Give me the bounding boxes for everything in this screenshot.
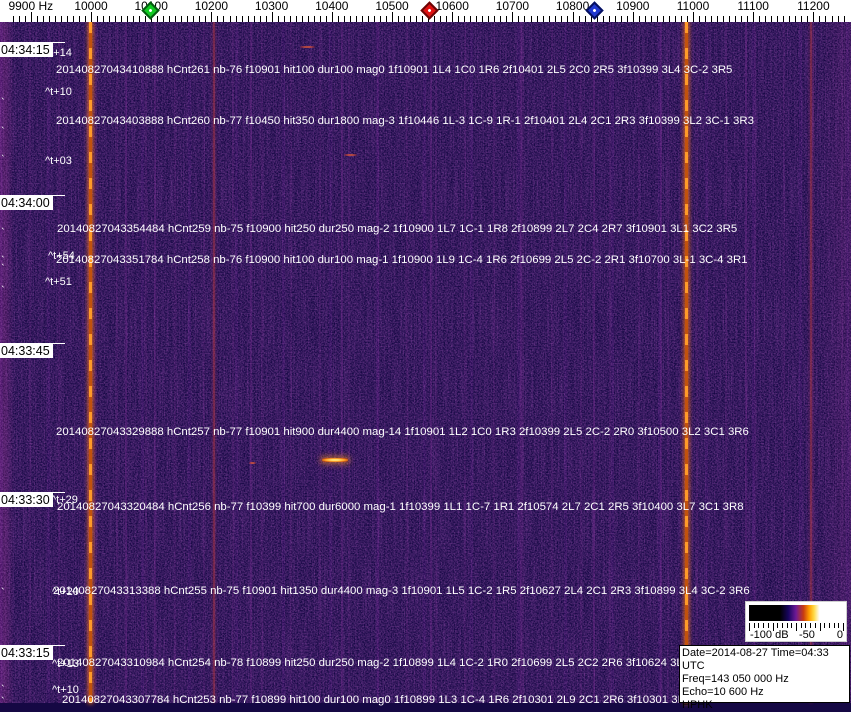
event-log-line: 20140827043320484 hCnt256 nb-77 f10399 h… <box>57 501 744 513</box>
status-infobox: Date=2014-08-27 Time=04:33 UTC Freq=143 … <box>679 645 850 711</box>
event-time-marker: ^t+10 <box>45 86 72 98</box>
infobox-frequency: Freq=143 050 000 Hz <box>682 673 789 685</box>
colorbar-tick <box>805 623 807 628</box>
colorbar-label-max: 0 <box>836 629 843 641</box>
spectrogram-app-window: { "ruler": { "f0": 10000, "x0": 91, "px_… <box>0 0 851 711</box>
event-log-line: 20140827043310984 hCnt254 nb-78 f10899 h… <box>57 657 714 669</box>
edge-tick-mark: ` <box>1 684 5 696</box>
event-time-marker: ^t+10 <box>52 684 79 696</box>
colorbar-tick <box>838 623 840 628</box>
colorbar-tick <box>814 623 816 628</box>
colorbar-tick <box>781 623 783 628</box>
edge-tick-mark: ` <box>1 656 5 668</box>
edge-tick-mark: ` <box>1 227 5 239</box>
event-log-line: 20140827043403888 hCnt260 nb-77 f10450 h… <box>56 115 754 127</box>
time-axis-label: 04:33:15 <box>0 646 53 660</box>
infobox-echo: Echo=10 600 Hz <box>682 686 764 698</box>
edge-tick-mark: ` <box>1 54 5 66</box>
colorbar-label-mid: -50 <box>799 629 815 641</box>
colorbar-tick <box>767 623 769 628</box>
colorbar-tick <box>749 623 750 631</box>
edge-tick-mark: ` <box>1 263 5 275</box>
event-time-marker: ^t+03 <box>45 155 72 167</box>
event-time-marker: ^t+51 <box>45 276 72 288</box>
colorbar-tick <box>777 623 779 628</box>
event-time-marker: ^t+20 <box>52 586 79 598</box>
colorbar-tick <box>791 623 793 628</box>
edge-tick-mark: ` <box>1 97 5 109</box>
colorbar-tick <box>796 623 797 631</box>
colorbar-tick <box>758 623 760 628</box>
infobox-station-id: HPHK <box>682 699 713 711</box>
colorbar-tick <box>800 623 802 628</box>
time-axis-label: 04:33:30 <box>0 493 53 507</box>
event-log-line: 20140827043354484 hCnt259 nb-75 f10900 h… <box>57 223 738 235</box>
event-log-line: 20140827043351784 hCnt258 nb-76 f10900 h… <box>56 254 748 266</box>
edge-tick-mark: ` <box>1 154 5 166</box>
time-axis-label: 04:34:00 <box>0 196 53 210</box>
colorbar-tick <box>763 623 765 628</box>
colorbar-tick <box>786 623 788 628</box>
event-log-line: 20140827043410888 hCnt261 nb-76 f10901 h… <box>56 64 733 76</box>
colorbar-tick <box>753 623 755 628</box>
event-log-line: 20140827043313388 hCnt255 nb-75 f10901 h… <box>53 585 750 597</box>
color-scale-legend: -100 dB -50 0 <box>745 601 847 642</box>
event-log-line: 20140827043307784 hCnt253 nb-77 f10899 h… <box>62 694 719 706</box>
edge-tick-mark: ` <box>1 696 5 708</box>
event-time-marker: ^t+13 <box>52 658 79 670</box>
color-gradient-bar <box>749 605 843 621</box>
colorbar-tick <box>824 623 826 628</box>
event-time-marker: ^t+29 <box>51 494 78 506</box>
event-log-line: 20140827043329888 hCnt257 nb-77 f10901 h… <box>56 426 749 438</box>
colorbar-tick <box>828 623 830 628</box>
edge-tick-mark: ` <box>1 285 5 297</box>
colorbar-label-min: -100 dB <box>750 629 789 641</box>
time-axis-label: 04:34:15 <box>0 43 53 57</box>
infobox-date-time: Date=2014-08-27 Time=04:33 UTC <box>682 647 829 672</box>
edge-tick-mark: ` <box>1 587 5 599</box>
colorbar-tick <box>819 623 821 631</box>
event-time-marker: ^t+54 <box>48 250 75 262</box>
colorbar-tick <box>810 623 812 628</box>
colorbar-tick <box>772 623 774 631</box>
edge-tick-mark: ` <box>1 126 5 138</box>
colorbar-tick <box>833 623 835 628</box>
text-overlay-layer: 20140827043410888 hCnt261 nb-76 f10901 h… <box>0 0 851 708</box>
colorbar-tick <box>843 623 844 631</box>
time-axis-label: 04:33:45 <box>0 344 53 358</box>
